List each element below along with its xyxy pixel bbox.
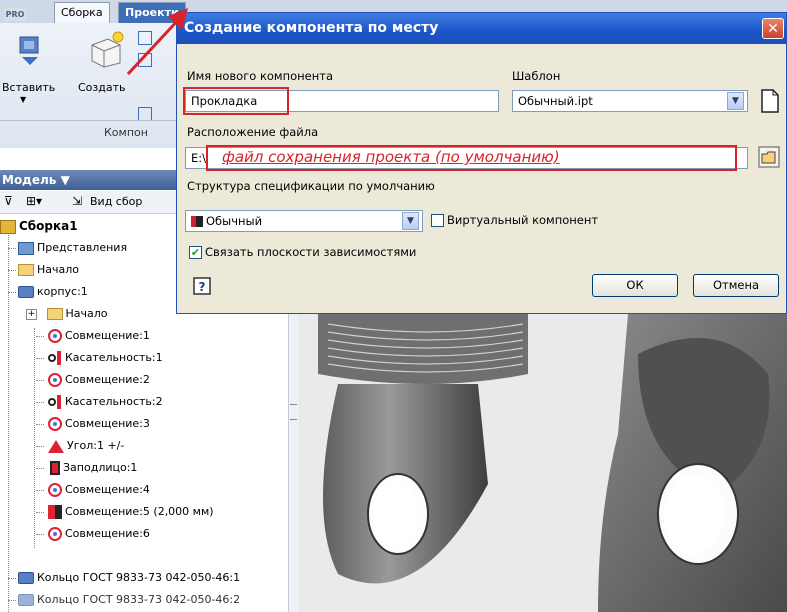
- tree-item-label: Начало: [65, 307, 108, 320]
- tree-item-label: Совмещение:1: [65, 329, 150, 342]
- tree-item-label: Совмещение:4: [65, 483, 150, 496]
- tree-item-constraint[interactable]: Совмещение:3: [36, 414, 150, 434]
- copy-icon[interactable]: [138, 107, 152, 121]
- mate-icon: [48, 329, 62, 343]
- tree-item-label: корпус:1: [37, 285, 88, 298]
- view-label[interactable]: Вид сбор: [90, 195, 142, 208]
- tree-item-constraint[interactable]: Заподлицо:1: [36, 458, 137, 478]
- tree-item-label: Кольцо ГОСТ 9833-73 042-050-46:2: [37, 593, 241, 606]
- annotation-arrow: [126, 8, 188, 76]
- location-highlight-box: файл сохранения проекта (по умолчанию): [206, 145, 737, 171]
- part-icon: [18, 594, 34, 606]
- bom-structure-icon: [191, 216, 203, 227]
- insert-component-icon[interactable]: [16, 33, 46, 67]
- chevron-down-icon[interactable]: ▼: [402, 212, 419, 230]
- tree-item-assembly[interactable]: Сборка1: [0, 216, 78, 236]
- tree-item-ring-2[interactable]: Кольцо ГОСТ 9833-73 042-050-46:2: [8, 590, 241, 610]
- tree-item-label: Касательность:2: [65, 395, 163, 408]
- model-render: [318, 314, 787, 612]
- bom-structure-value: Обычный: [206, 214, 263, 228]
- tab-assembly[interactable]: Сборка: [54, 2, 110, 23]
- tree-item-origin[interactable]: Начало: [8, 260, 80, 280]
- tree-item-constraint[interactable]: Касательность:2: [36, 392, 163, 412]
- tree-item-label: Совмещение:2: [65, 373, 150, 386]
- mate-icon: [48, 417, 62, 431]
- tree-item-part-housing[interactable]: корпус:1: [8, 282, 88, 302]
- model-browser-header[interactable]: Модель ▼: [0, 170, 180, 190]
- tree-item-constraint[interactable]: Касательность:1: [36, 348, 163, 368]
- file-location-value: E:\: [191, 151, 207, 165]
- tree-item-constraint[interactable]: Угол:1 +/-: [36, 436, 124, 456]
- tangent-icon: [48, 395, 62, 409]
- flush-icon: [50, 461, 60, 475]
- mate-icon: [48, 373, 62, 387]
- 3d-viewport[interactable]: [298, 314, 787, 612]
- representations-icon: [18, 241, 34, 255]
- tree-item-label: Сборка1: [19, 219, 78, 233]
- cancel-button[interactable]: Отмена: [693, 274, 779, 297]
- tree-item-representations[interactable]: Представления: [8, 238, 128, 258]
- svg-text:?: ?: [199, 280, 206, 294]
- part-icon: [18, 286, 34, 298]
- constrain-sketch-plane-label: Связать плоскости зависимостями: [205, 245, 417, 259]
- tree-item-constraint[interactable]: Совмещение:1: [36, 326, 150, 346]
- name-highlight-box: [183, 87, 289, 115]
- ok-button[interactable]: ОК: [592, 274, 678, 297]
- tangent-icon: [48, 351, 62, 365]
- folder-icon: [46, 308, 63, 320]
- virtual-component-label: Виртуальный компонент: [447, 213, 599, 227]
- create-button-label[interactable]: Создать: [78, 81, 126, 94]
- tree-item-constraint[interactable]: Совмещение:5 (2,000 мм): [36, 502, 214, 522]
- assembly-icon: [0, 219, 16, 234]
- insert-dropdown-icon[interactable]: ▼: [20, 95, 26, 104]
- tree-item-label: Кольцо ГОСТ 9833-73 042-050-46:1: [37, 571, 241, 584]
- model-browser-toolbar: ⊽ ⊞▾ ⇲ Вид сбор: [0, 191, 178, 214]
- expand-icon[interactable]: +: [26, 308, 37, 320]
- tree-item-label: Совмещение:5 (2,000 мм): [65, 505, 214, 518]
- ribbon-panel-title: Компон: [104, 126, 148, 139]
- tree-item-label: Совмещение:6: [65, 527, 150, 540]
- close-button[interactable]: ✕: [762, 18, 784, 39]
- new-template-icon[interactable]: [760, 89, 780, 113]
- tree-item-label: Угол:1 +/-: [67, 439, 125, 452]
- location-annotation: файл сохранения проекта (по умолчанию): [222, 148, 560, 166]
- chevron-down-icon[interactable]: ▼: [727, 92, 744, 110]
- hierarchy-icon[interactable]: ⊞▾: [26, 194, 42, 208]
- tree-item-constraint[interactable]: Совмещение:6: [36, 524, 150, 544]
- bom-structure-select[interactable]: Обычный ▼: [185, 210, 423, 232]
- bom-structure-label: Структура спецификации по умолчанию: [187, 179, 435, 193]
- part-icon: [18, 572, 34, 584]
- virtual-component-checkbox[interactable]: [431, 214, 444, 227]
- insert-button-label[interactable]: Вставить: [2, 81, 55, 94]
- help-icon[interactable]: ?: [193, 277, 211, 295]
- angle-icon: [48, 439, 64, 453]
- tree-item-ring-1[interactable]: Кольцо ГОСТ 9833-73 042-050-46:1: [8, 568, 241, 588]
- tree-item-label: Совмещение:3: [65, 417, 150, 430]
- tree-item-part-origin[interactable]: + Начало: [26, 304, 108, 324]
- tree-item-label: Представления: [37, 241, 128, 254]
- mate-icon: [48, 527, 62, 541]
- mate-offset-icon: [48, 505, 62, 519]
- constrain-sketch-plane-checkbox[interactable]: ✔: [189, 246, 202, 259]
- pro-badge: PRO: [4, 8, 26, 21]
- create-in-place-dialog: Создание компонента по месту ✕ Имя новог…: [176, 12, 787, 314]
- file-location-label: Расположение файла: [187, 125, 319, 139]
- ribbon-panel-divider: [0, 120, 178, 121]
- template-label: Шаблон: [512, 69, 561, 83]
- component-name-label: Имя нового компонента: [187, 69, 334, 83]
- tree-item-label: Касательность:1: [65, 351, 163, 364]
- scrollbar-grip[interactable]: [290, 404, 297, 420]
- tree-item-label: Начало: [37, 263, 80, 276]
- template-value: Обычный.ipt: [518, 94, 593, 108]
- filter-icon[interactable]: ⊽: [4, 194, 13, 208]
- tree-item-constraint[interactable]: Совмещение:4: [36, 480, 150, 500]
- tree-item-constraint[interactable]: Совмещение:2: [36, 370, 150, 390]
- folder-icon: [18, 264, 34, 276]
- dialog-title[interactable]: Создание компонента по месту: [177, 13, 786, 44]
- tree-item-label: Заподлицо:1: [63, 461, 138, 474]
- view-icon[interactable]: ⇲: [72, 194, 82, 208]
- mate-icon: [48, 483, 62, 497]
- browse-folder-icon[interactable]: [758, 146, 780, 168]
- template-select[interactable]: Обычный.ipt ▼: [512, 90, 748, 112]
